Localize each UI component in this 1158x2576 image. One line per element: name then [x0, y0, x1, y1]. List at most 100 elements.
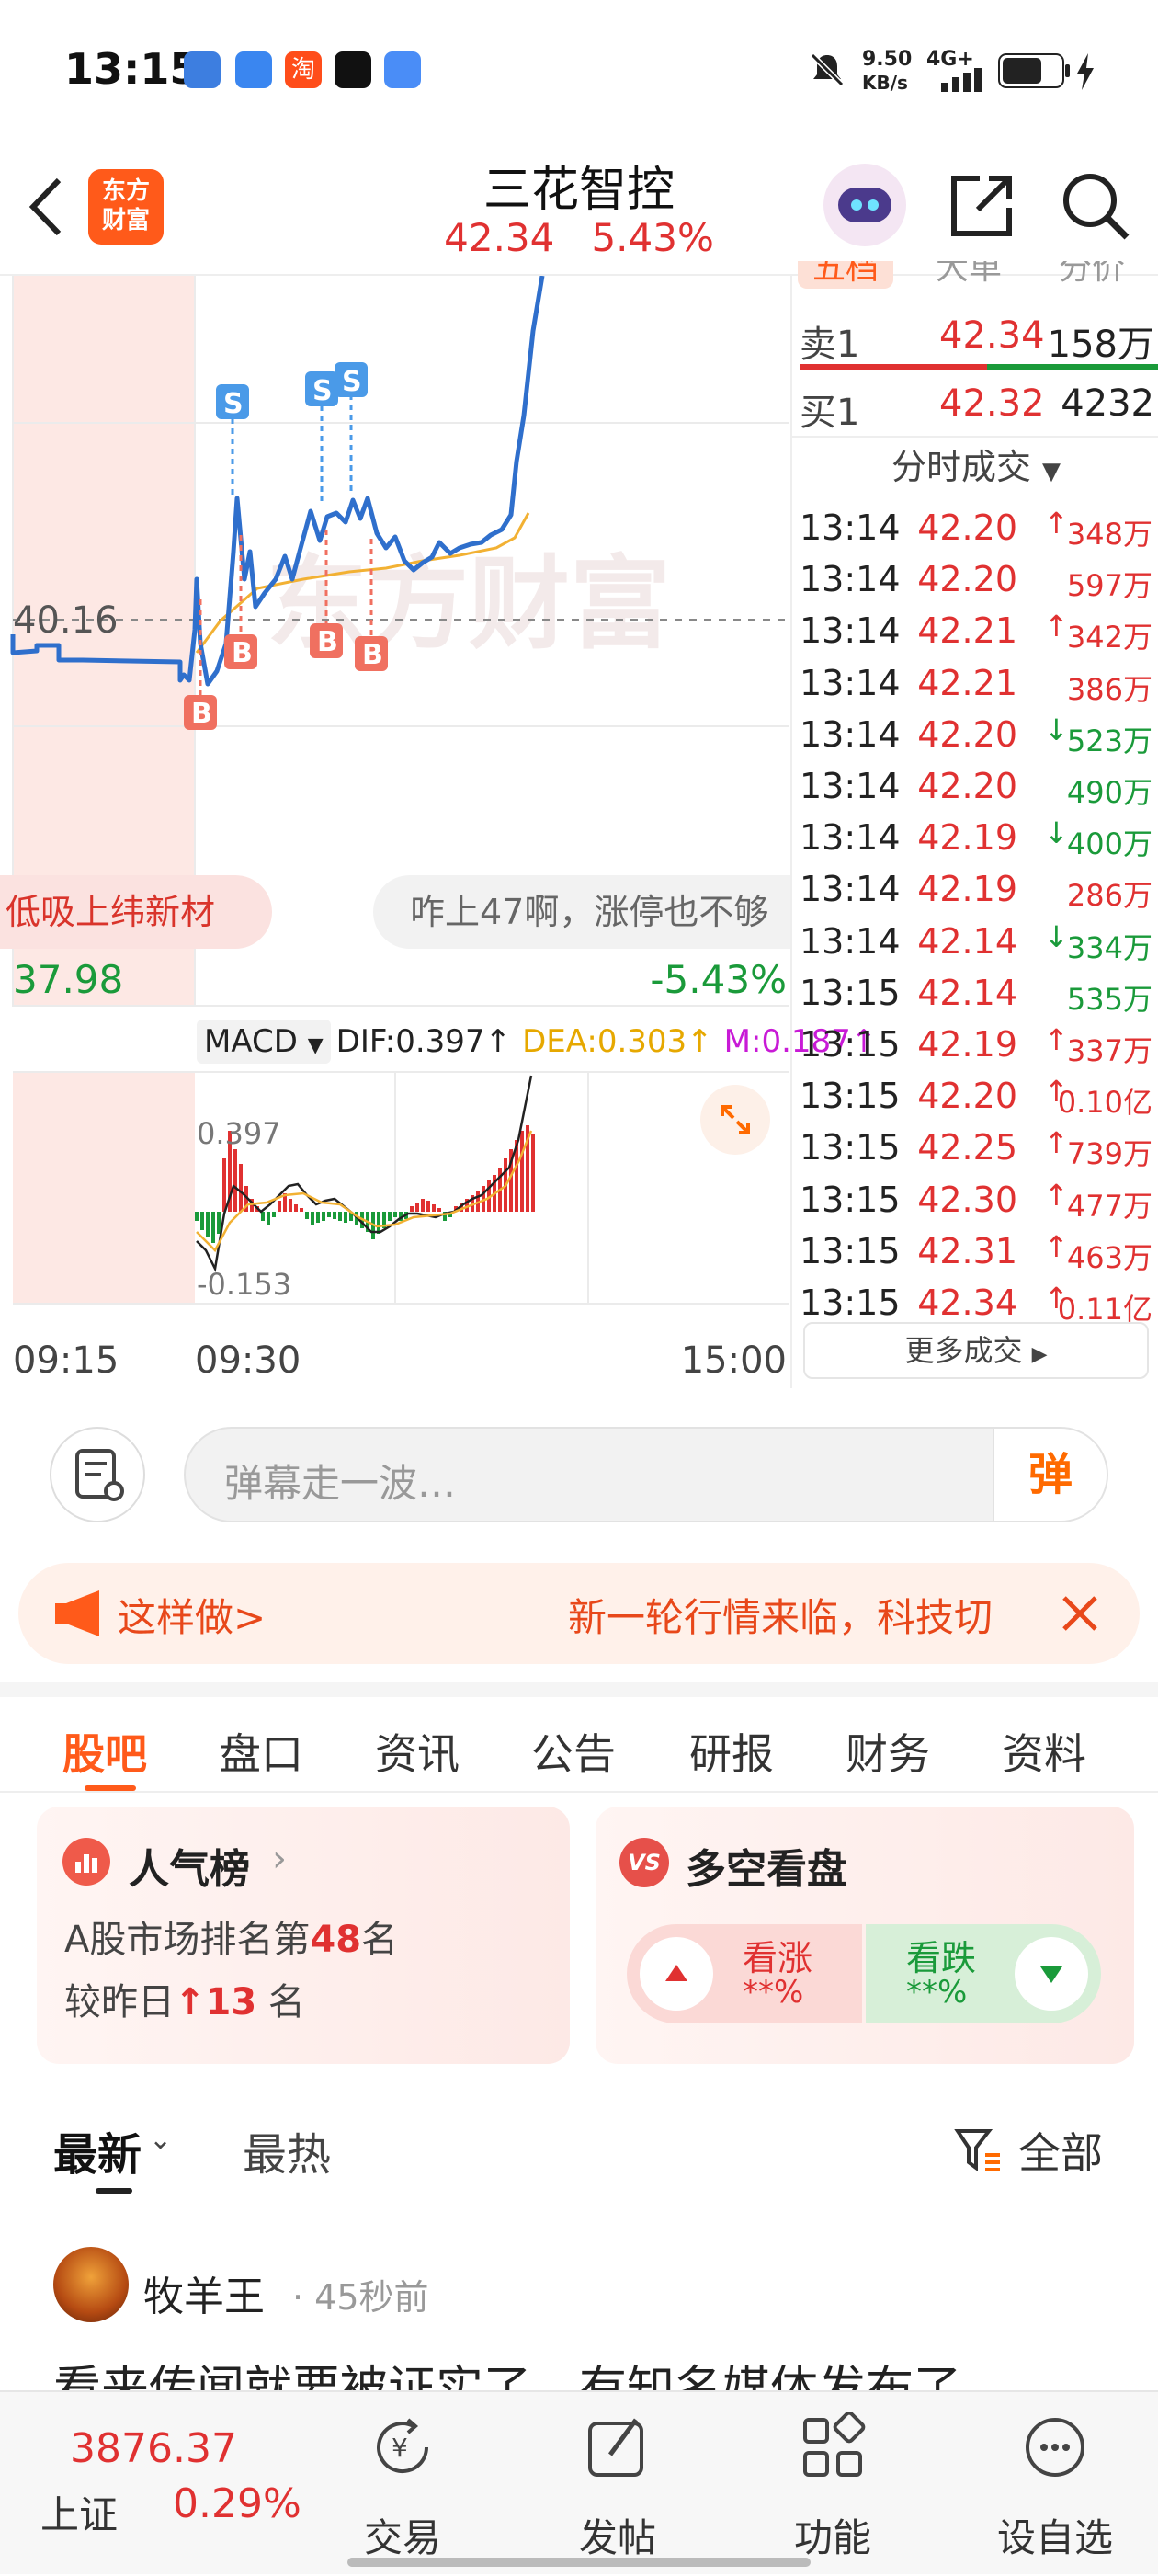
vs-badge: VS [619, 1838, 669, 1887]
rank-line: A股市场排名第48名 [64, 1909, 398, 1963]
low-pct-label: -5.43% [650, 957, 787, 1002]
ticks-title[interactable]: 分时成交 ▼ [792, 436, 1158, 495]
tiktok-app-icon [335, 51, 371, 88]
robot-avatar-icon[interactable] [823, 164, 906, 246]
danmu-input[interactable]: 弹幕走一波… 弹 [184, 1427, 1108, 1522]
tick-volume: 535万 [1066, 981, 1152, 1017]
popularity-card[interactable]: 人气榜 › A股市场排名第48名 较昨日↑13 名 [37, 1807, 570, 2064]
tick-price: 42.20 [917, 713, 1017, 755]
bar-chart-icon [62, 1838, 110, 1886]
mail-app-icon [184, 51, 221, 88]
intraday-chart[interactable]: 东方财富 40.16 S S S B B B B 37.98 -5.43% 0.… [0, 275, 877, 1388]
tick-volume: 739万 [1066, 1136, 1152, 1172]
post-item[interactable]: 牧羊王 · 45秒前 看来传闻就要被证实了，有知名媒体发布了 [0, 2225, 1158, 2390]
tab-five-level[interactable]: 五档 [798, 261, 894, 289]
close-icon[interactable] [1057, 1590, 1103, 1636]
danmu-send-button[interactable]: 弹 [993, 1429, 1107, 1521]
post-author[interactable]: 牧羊王 [143, 2263, 265, 2322]
feed-tab-latest[interactable]: 最新 [53, 2118, 142, 2183]
ratio-bar-fill [800, 364, 987, 370]
bull-pct: **% [743, 1974, 804, 2011]
tick-row: 13:14 42.19 ↓ 400万 [792, 810, 1158, 861]
more-trades-label: 更多成交 [904, 1333, 1023, 1368]
home-indicator [347, 2558, 811, 2567]
tick-volume: 400万 [1066, 826, 1152, 862]
status-bar: 13:15 淘 9.50 KB/s 4G+ [0, 0, 1158, 138]
ref-price-label: 40.16 [13, 599, 119, 642]
tick-row: 13:14 42.20 597万 [792, 552, 1158, 603]
feed-tab-underline [96, 2188, 132, 2194]
tick-row: 13:15 42.25 ↑ 739万 [792, 1120, 1158, 1171]
rank-suffix: 名 [361, 1919, 399, 1961]
index-value: 3876.37 [70, 2425, 237, 2472]
tick-volume: 286万 [1066, 878, 1152, 914]
tick-time: 13:14 [800, 559, 901, 600]
avatar[interactable] [53, 2247, 129, 2322]
tick-row: 13:15 42.19 ↑ 337万 [792, 1017, 1158, 1068]
ask-price: 42.34 [939, 314, 1045, 357]
macd-selector[interactable]: MACD ▼ [197, 1020, 331, 1064]
index-widget[interactable]: 3876.37 上证 0.29% [0, 2392, 331, 2576]
rank-change-suffix: 名 [267, 1981, 305, 2023]
tick-direction-icon: ↑ [1044, 1177, 1069, 1213]
ask-volume: 158万 [1047, 324, 1154, 366]
tick-price: 42.19 [917, 817, 1017, 859]
buy-marker-label: B [232, 637, 253, 669]
tick-time: 13:14 [800, 713, 901, 755]
tab-research[interactable]: 研报 [689, 1721, 774, 1782]
rank-change-prefix: 较昨日 [64, 1981, 175, 2023]
expand-icon[interactable] [700, 1085, 770, 1155]
buy-marker-label: B [317, 626, 338, 658]
tab-announcement[interactable]: 公告 [531, 1721, 616, 1782]
danmu-bubble[interactable]: 低吸上纬新材 [0, 875, 272, 949]
tab-pankou[interactable]: 盘口 [219, 1721, 303, 1782]
share-icon[interactable] [947, 171, 1016, 241]
signal-icon [941, 68, 982, 92]
tick-time: 13:15 [800, 972, 901, 1013]
sell-marker-label: S [223, 388, 244, 420]
caret-down-icon: ▼ [1042, 458, 1062, 485]
macd-dif-line [196, 1075, 533, 1272]
trade-label: 交易 [363, 2515, 441, 2560]
intraday-chart-svg: 东方财富 40.16 S S S B B B B 37.98 -5.43% 0.… [10, 275, 789, 1382]
filter-label[interactable]: 全部 [1018, 2120, 1103, 2181]
danmu-bubble[interactable]: 咋上47啊，涨停也不够 [373, 875, 790, 949]
tick-direction-icon: ↑ [1044, 506, 1069, 541]
macd-header: MACD ▼ DIF:0.397↑ DEA:0.303↑ M:0.187↑ [197, 1019, 877, 1065]
tab-finance[interactable]: 财务 [846, 1721, 930, 1782]
tab-news[interactable]: 资讯 [375, 1721, 460, 1782]
taobao-app-icon: 淘 [285, 51, 322, 88]
filter-icon[interactable] [952, 2124, 1004, 2175]
search-icon[interactable] [1059, 169, 1132, 243]
danmu-settings-icon[interactable] [50, 1427, 145, 1522]
watchlist-label: 设自选 [996, 2515, 1113, 2560]
more-trades-button[interactable]: 更多成交 ▶ [803, 1322, 1149, 1379]
tick-volume: 463万 [1066, 1239, 1152, 1275]
chevron-down-icon: ▼ [307, 1034, 324, 1057]
tab-guba[interactable]: 股吧 [62, 1721, 147, 1782]
macd-low-label: -0.153 [197, 1267, 291, 1302]
tick-volume: 337万 [1066, 1033, 1152, 1068]
up-triangle-icon [640, 1937, 713, 2011]
tab-large-order[interactable]: 大单 [936, 261, 1002, 289]
promo-banner[interactable]: 这样做> 新一轮行情来临，科技切 [18, 1563, 1140, 1664]
bid-row: 买1 42.32 4232 [792, 377, 1158, 434]
tab-active-underline [85, 1785, 136, 1791]
tick-price: 42.14 [917, 920, 1017, 962]
tab-profile[interactable]: 资料 [1002, 1721, 1086, 1782]
tab-price-dist[interactable]: 分价 [1059, 261, 1125, 289]
ask-row: 卖1 42.34 158万 [792, 309, 1158, 366]
vivo-app-icon [384, 51, 421, 88]
bull-bear-title: 多空看盘 [686, 1846, 847, 1893]
tick-row: 13:14 42.21 ↑ 342万 [792, 603, 1158, 655]
bull-button[interactable]: 看涨 **% [627, 1924, 862, 2023]
time-start-label: 09:15 [13, 1339, 119, 1382]
tick-volume: 334万 [1066, 929, 1152, 965]
tick-time: 13:14 [800, 817, 901, 859]
chevron-down-icon[interactable]: ⌄ [149, 2124, 172, 2156]
grid-icon [803, 2412, 866, 2477]
bear-button[interactable]: 看跌 **% [866, 1924, 1101, 2023]
tick-row: 13:15 42.30 ↑ 477万 [792, 1172, 1158, 1224]
status-time: 13:15 [64, 44, 199, 94]
feed-tab-hot[interactable]: 最热 [243, 2118, 331, 2183]
